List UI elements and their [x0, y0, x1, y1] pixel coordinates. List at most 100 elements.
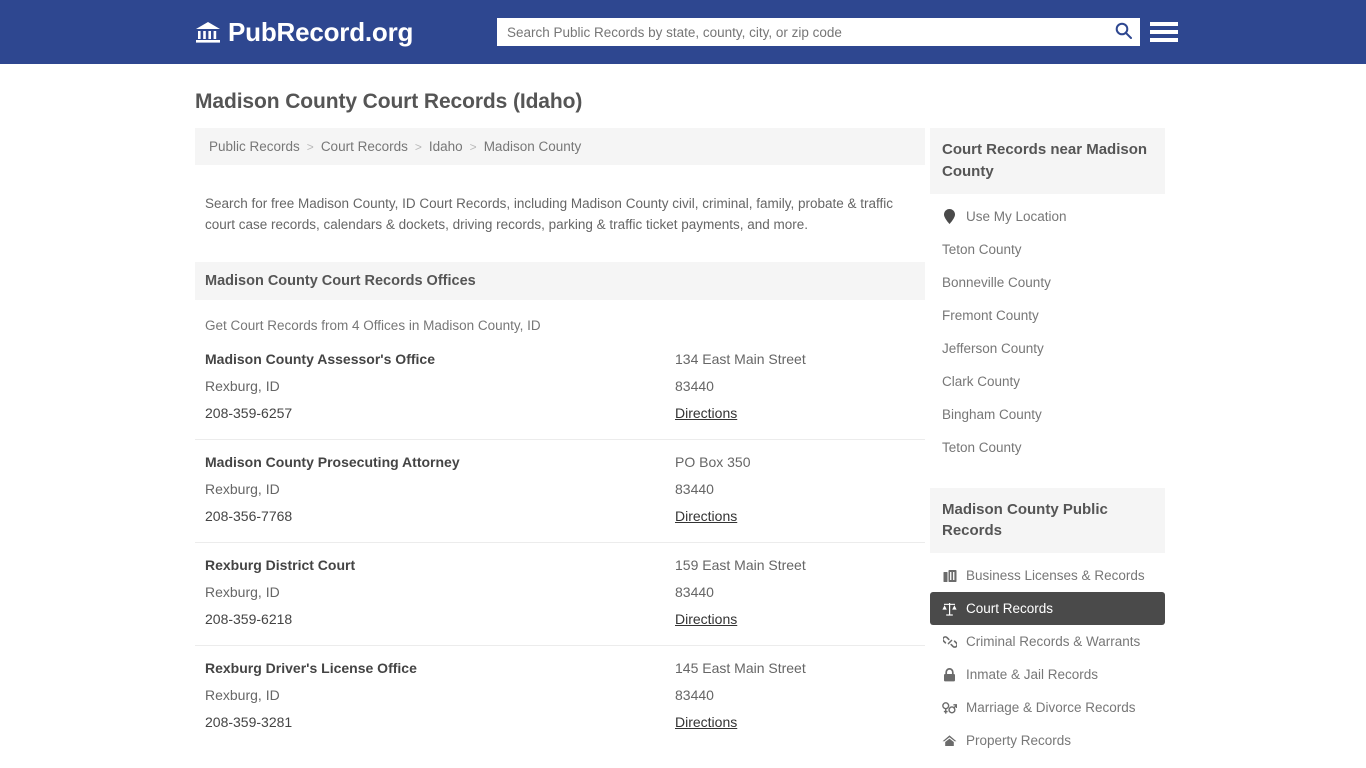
office-zip: 83440 [675, 686, 714, 703]
sidebar-item-label: Property Records [966, 733, 1072, 748]
hamburger-bar [1150, 38, 1178, 42]
sidebar-item-label: Bingham County [942, 406, 1042, 422]
map-pin-icon [942, 208, 957, 224]
sidebar-item-marriage-divorce-records[interactable]: Marriage & Divorce Records [930, 691, 1165, 724]
sidebar-item-label: Court Records [966, 601, 1054, 616]
sidebar: Court Records near Madison County Use My… [930, 128, 1165, 768]
sidebar-item-label: Clark County [942, 373, 1021, 389]
scales-icon [942, 601, 957, 616]
office-left-column: Madison County Prosecuting Attorney Rexb… [205, 454, 675, 526]
breadcrumb-item-public-records[interactable]: Public Records [205, 139, 304, 154]
page-title: Madison County Court Records (Idaho) [195, 90, 583, 113]
sidebar-item-teton-county-2[interactable]: Teton County [930, 431, 1165, 464]
sidebar-item-label: Business Licenses & Records [966, 568, 1145, 583]
office-zip: 83440 [675, 480, 714, 497]
sidebar-item-clark-county[interactable]: Clark County [930, 365, 1165, 398]
office-phone: 208-359-6257 [205, 404, 293, 421]
logo-text: PubRecord.org [228, 16, 414, 47]
office-zip: 83440 [675, 377, 714, 394]
sidebar-item-inmate-jail-records[interactable]: Inmate & Jail Records [930, 658, 1165, 691]
offices-section-heading: Madison County Court Records Offices [195, 261, 925, 300]
sidebar-item-label: Teton County [942, 439, 1022, 455]
office-row: Madison County Prosecuting Attorney Rexb… [195, 438, 925, 542]
sidebar-item-label: Use My Location [966, 208, 1067, 224]
office-right-column: PO Box 350 83440 Directions [675, 454, 915, 526]
sidebar-item-teton-county[interactable]: Teton County [930, 233, 1165, 266]
office-address: 145 East Main Street [675, 659, 806, 676]
office-left-column: Rexburg Driver's License Office Rexburg,… [205, 660, 675, 732]
sidebar-item-label: Bonneville County [942, 274, 1051, 290]
gender-symbols-icon [942, 700, 957, 715]
breadcrumb-separator: > [414, 139, 422, 154]
directions-link[interactable]: Directions [675, 508, 737, 524]
office-name: Rexburg Driver's License Office [205, 659, 417, 676]
site-logo[interactable]: PubRecord.org [195, 17, 413, 48]
office-row: Madison County Assessor's Office Rexburg… [195, 347, 925, 439]
sidebar-nearby-list: Use My Location Teton County Bonneville … [930, 194, 1165, 466]
content-columns: Public Records > Court Records > Idaho >… [0, 128, 1366, 768]
sidebar-item-jefferson-county[interactable]: Jefferson County [930, 332, 1165, 365]
breadcrumb-item-madison-county[interactable]: Madison County [480, 139, 586, 154]
search-bar [497, 18, 1140, 46]
sidebar-item-fremont-county[interactable]: Fremont County [930, 299, 1165, 332]
lock-icon [942, 667, 957, 682]
page-intro-text: Search for free Madison County, ID Court… [205, 195, 894, 233]
office-address: 134 East Main Street [675, 350, 806, 367]
breadcrumb-separator: > [469, 139, 477, 154]
sidebar-item-criminal-records[interactable]: Criminal Records & Warrants [930, 625, 1165, 658]
sidebar-item-label: Teton County [942, 241, 1022, 257]
sidebar-nearby-heading: Court Records near Madison County [930, 128, 1165, 194]
directions-link[interactable]: Directions [675, 611, 737, 627]
link-icon [942, 634, 957, 649]
office-row: Rexburg District Court Rexburg, ID 208-3… [195, 541, 925, 645]
breadcrumb-separator: > [306, 139, 314, 154]
office-left-column: Madison County Assessor's Office Rexburg… [205, 351, 675, 423]
office-city-state: Rexburg, ID [205, 583, 280, 600]
home-icon [942, 733, 957, 748]
sidebar-item-property-records[interactable]: Property Records [930, 724, 1165, 757]
search-input[interactable] [497, 18, 1106, 46]
office-address: 159 East Main Street [675, 556, 806, 573]
hamburger-bar [1150, 22, 1178, 26]
office-phone: 208-356-7768 [205, 507, 293, 524]
briefcase-icon [942, 568, 957, 583]
page-body: Madison County Court Records (Idaho) Pub… [0, 64, 1366, 768]
sidebar-item-label: Fremont County [942, 307, 1039, 323]
sidebar-item-court-records[interactable]: Court Records [930, 592, 1165, 625]
hamburger-bar [1150, 30, 1178, 34]
main-content: Public Records > Court Records > Idaho >… [195, 128, 925, 768]
breadcrumb: Public Records > Court Records > Idaho >… [195, 128, 925, 165]
sidebar-item-label: Jefferson County [942, 340, 1044, 356]
sidebar-public-records-heading: Madison County Public Records [930, 487, 1165, 553]
offices-section-subheading: Get Court Records from 4 Offices in Madi… [205, 317, 541, 333]
office-row: Rexburg Driver's License Office Rexburg,… [195, 644, 925, 748]
office-name: Madison County Prosecuting Attorney [205, 453, 460, 470]
office-city-state: Rexburg, ID [205, 377, 280, 394]
sidebar-public-records-list: Business Licenses & Records Court Record… [930, 553, 1165, 759]
office-left-column: Rexburg District Court Rexburg, ID 208-3… [205, 557, 675, 629]
office-city-state: Rexburg, ID [205, 480, 280, 497]
office-phone: 208-359-6218 [205, 610, 293, 627]
sidebar-item-label: Inmate & Jail Records [966, 667, 1099, 682]
office-zip: 83440 [675, 583, 714, 600]
office-city-state: Rexburg, ID [205, 686, 280, 703]
sidebar-item-use-my-location[interactable]: Use My Location [930, 200, 1165, 233]
sidebar-item-label: Criminal Records & Warrants [966, 634, 1141, 649]
sidebar-item-bonneville-county[interactable]: Bonneville County [930, 266, 1165, 299]
office-address: PO Box 350 [675, 453, 751, 470]
search-button[interactable] [1106, 18, 1140, 46]
sidebar-item-bingham-county[interactable]: Bingham County [930, 398, 1165, 431]
sidebar-public-records-block: Madison County Public Records Business L… [930, 487, 1165, 760]
breadcrumb-item-idaho[interactable]: Idaho [425, 139, 467, 154]
office-right-column: 159 East Main Street 83440 Directions [675, 557, 915, 629]
office-name: Rexburg District Court [205, 556, 356, 573]
directions-link[interactable]: Directions [675, 714, 737, 730]
site-header: PubRecord.org [0, 0, 1366, 64]
sidebar-item-label: Marriage & Divorce Records [966, 700, 1136, 715]
breadcrumb-item-court-records[interactable]: Court Records [317, 139, 412, 154]
search-icon [1115, 22, 1132, 42]
hamburger-menu-icon[interactable] [1150, 18, 1178, 46]
sidebar-item-business-licenses[interactable]: Business Licenses & Records [930, 559, 1165, 592]
directions-link[interactable]: Directions [675, 405, 737, 421]
office-right-column: 145 East Main Street 83440 Directions [675, 660, 915, 732]
